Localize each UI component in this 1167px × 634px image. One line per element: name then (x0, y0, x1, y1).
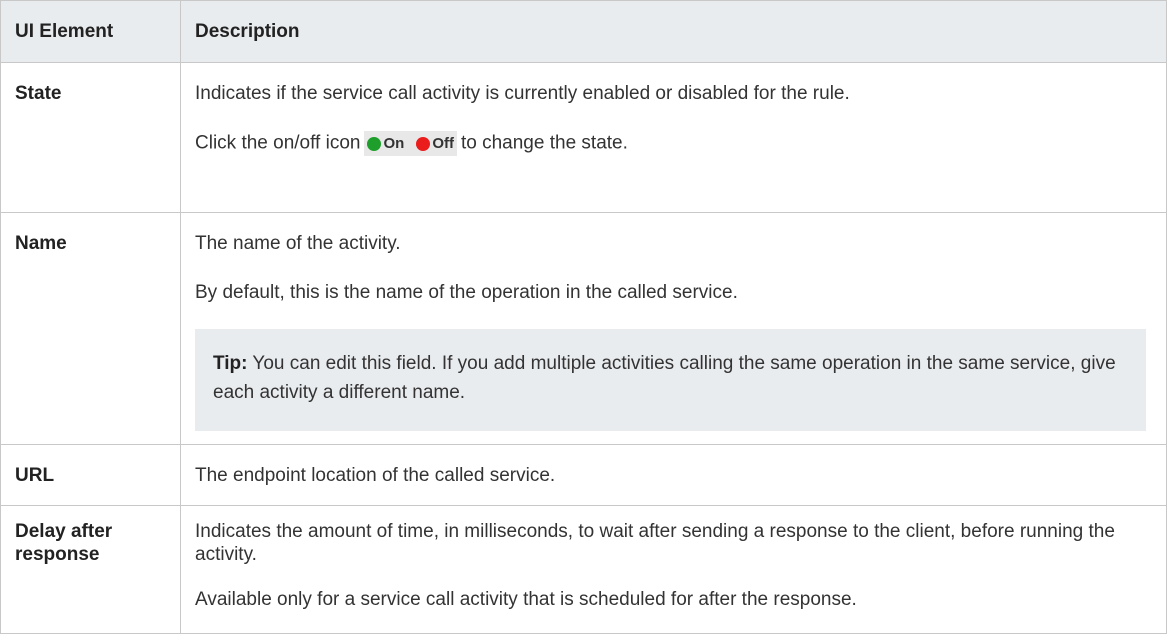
header-ui-element: UI Element (0, 0, 181, 63)
row-element-cell: Delay after response (0, 505, 181, 634)
row-element-name: State (15, 83, 62, 104)
row-element-cell: URL (0, 444, 181, 506)
on-status-icon (367, 136, 382, 151)
row-description-cell: Indicates if the service call activity i… (180, 62, 1167, 213)
off-status-icon (416, 136, 431, 151)
table-row: Name The name of the activity. By defaul… (0, 212, 1167, 445)
description-text: Click the on/off icon (195, 132, 361, 154)
description-paragraph: The endpoint location of the called serv… (195, 465, 556, 486)
description-paragraph: Indicates if the service call activity i… (195, 83, 850, 104)
description-paragraph: Click the on/off icon On Off to change the … (195, 131, 1152, 156)
table-row: URL The endpoint location of the called … (0, 444, 1167, 506)
off-label: Off (432, 135, 454, 152)
description-paragraph: By default, this is the name of the oper… (195, 282, 738, 303)
description-paragraph: Available only for a service call activi… (195, 589, 857, 610)
row-element-name: Delay after response (15, 521, 113, 565)
table-row: State Indicates if the service call acti… (0, 62, 1167, 213)
row-element-cell: State (0, 62, 181, 213)
tip-box: Tip: You can edit this field. If you add… (195, 329, 1146, 431)
on-off-toggle[interactable]: On Off (364, 131, 457, 156)
on-label: On (383, 135, 405, 152)
row-description-cell: Indicates the amount of time, in millise… (180, 505, 1167, 634)
row-description-cell: The name of the activity. By default, th… (180, 212, 1167, 445)
ui-element-table: UI Element Description State Indicates i… (0, 0, 1167, 634)
table-header-row: UI Element Description (0, 0, 1167, 63)
description-text: to change the state. (460, 132, 628, 154)
row-element-name: Name (15, 233, 67, 254)
tip-text: You can edit this field. If you add mult… (213, 353, 1116, 403)
description-paragraph: The name of the activity. (195, 233, 401, 254)
row-element-name: URL (15, 465, 55, 486)
row-description-cell: The endpoint location of the called serv… (180, 444, 1167, 506)
description-paragraph: Indicates the amount of time, in millise… (195, 521, 1115, 565)
row-element-cell: Name (0, 212, 181, 445)
table-row: Delay after response Indicates the amoun… (0, 505, 1167, 634)
header-description: Description (180, 0, 1167, 63)
tip-label: Tip: (213, 353, 248, 374)
